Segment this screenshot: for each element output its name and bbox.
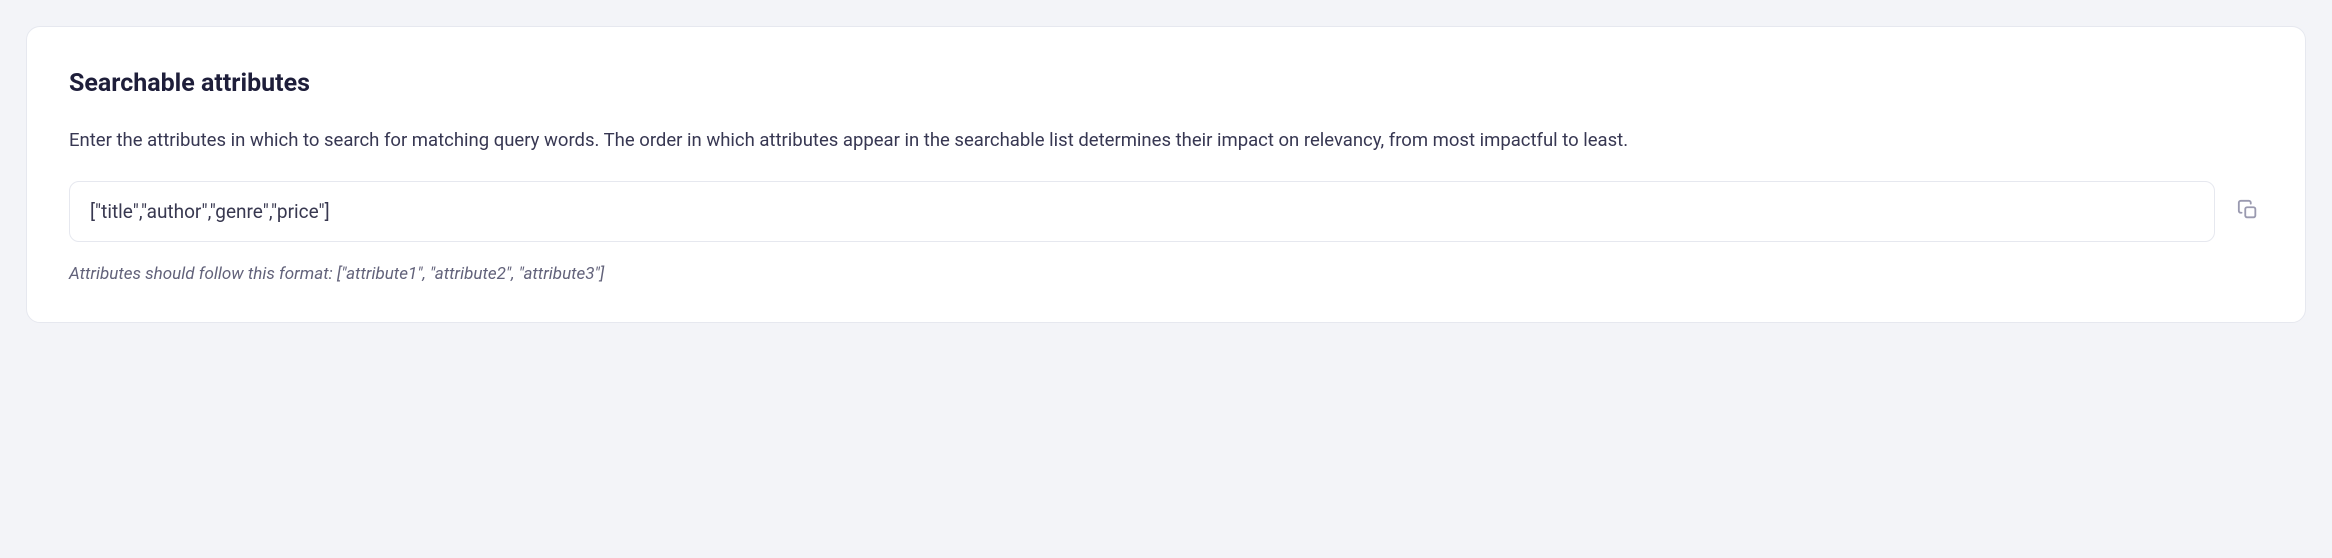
attributes-input[interactable] [69, 181, 2215, 242]
section-title: Searchable attributes [69, 69, 2263, 98]
section-description: Enter the attributes in which to search … [69, 126, 2263, 155]
input-row [69, 181, 2263, 242]
format-hint: Attributes should follow this format: ["… [69, 264, 2263, 284]
copy-icon [2237, 199, 2259, 224]
searchable-attributes-card: Searchable attributes Enter the attribut… [26, 26, 2306, 323]
copy-button[interactable] [2233, 195, 2263, 228]
